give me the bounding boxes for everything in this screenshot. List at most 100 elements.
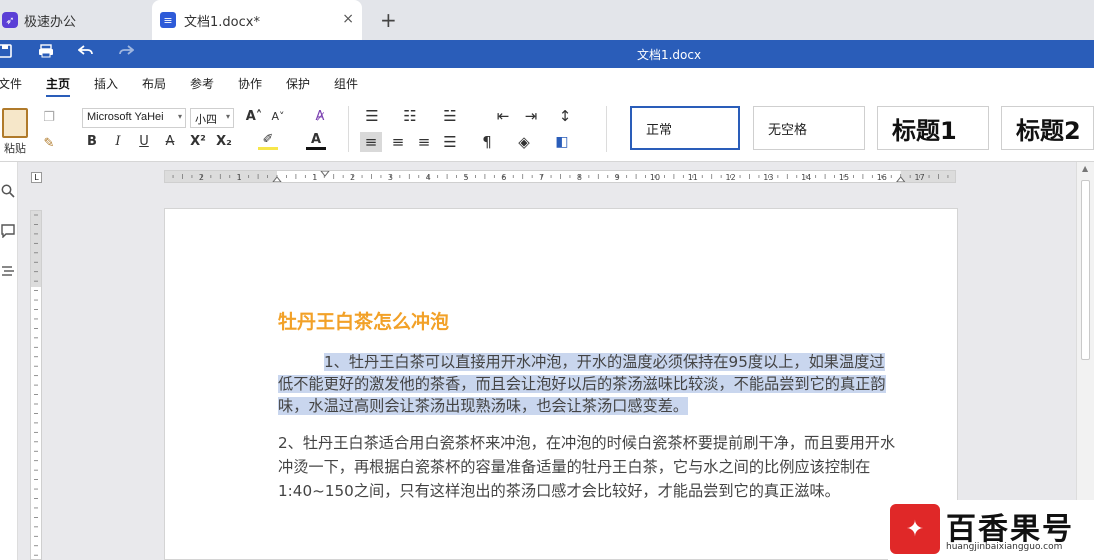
navigation-icon[interactable] bbox=[1, 264, 15, 282]
justify-icon[interactable]: ☰ bbox=[440, 132, 460, 152]
divider bbox=[348, 106, 349, 152]
menu-collaborate[interactable]: 协作 bbox=[238, 75, 262, 92]
watermark: ✦ 百香果号 huangjinbaixiangguo.com bbox=[888, 500, 1094, 560]
selected-text[interactable]: 1、牡丹王白茶可以直接用开水冲泡，开水的温度必须保持在95度以上，如果温度过低不… bbox=[278, 353, 886, 415]
tab-bar: ➶ 极速办公 ≡ 文档1.docx* × + bbox=[0, 0, 1094, 40]
subscript-icon[interactable]: X₂ bbox=[214, 132, 234, 150]
tab-stop-selector[interactable]: L bbox=[31, 172, 42, 183]
comment-icon[interactable] bbox=[1, 224, 15, 242]
horizontal-ruler[interactable]: 2 1 1 2 3 4 5 6 7 8 9 10 11 12 13 14 15 16 17 bbox=[164, 170, 956, 183]
ruler-tick-label: 16 bbox=[877, 173, 887, 182]
line-spacing-icon[interactable]: ↕ bbox=[556, 106, 574, 126]
tab-home-label: 极速办公 bbox=[24, 14, 77, 30]
style-no-spacing-label: 无空格 bbox=[768, 122, 808, 138]
ruler-tick-label: 1 bbox=[237, 173, 242, 182]
document-page[interactable]: 牡丹王白茶怎么冲泡 1、牡丹王白茶可以直接用开水冲泡，开水的温度必须保持在95度… bbox=[164, 208, 958, 560]
style-heading-2-label: 标题2 bbox=[1016, 116, 1081, 145]
document-title: 文档1.docx bbox=[636, 48, 702, 62]
bold-icon[interactable]: B bbox=[84, 132, 100, 150]
paragraph-2[interactable]: 2、牡丹王白茶适合用白瓷茶杯来冲泡，在冲泡的时候白瓷茶杯要提前刷干净，而且要用开… bbox=[278, 431, 898, 503]
font-name-value: Microsoft YaHei bbox=[87, 111, 164, 123]
increase-indent-icon[interactable]: ⇥ bbox=[522, 106, 540, 126]
divider bbox=[606, 106, 607, 152]
font-name-select[interactable]: Microsoft YaHei ▾ bbox=[82, 108, 186, 128]
ruler-tick-label: 8 bbox=[577, 173, 582, 182]
font-size-select[interactable]: 小四 ▾ bbox=[190, 108, 234, 128]
ruler-tick-label: 9 bbox=[615, 173, 620, 182]
menu-home[interactable]: 主页 bbox=[46, 75, 70, 92]
search-icon[interactable] bbox=[1, 184, 15, 202]
active-tab-indicator bbox=[46, 95, 70, 97]
style-heading-1[interactable]: 标题1 bbox=[877, 106, 989, 150]
ruler-tick-label: 2 bbox=[199, 173, 204, 182]
title-bar: 文档1.docx bbox=[0, 40, 1094, 68]
ruler-tick-label: 5 bbox=[463, 173, 468, 182]
paragraph-mark-icon[interactable]: ¶ bbox=[478, 132, 496, 152]
document-heading[interactable]: 牡丹王白茶怎么冲泡 bbox=[278, 307, 449, 334]
left-sidebar bbox=[0, 162, 18, 560]
menu-file[interactable]: 文件 bbox=[0, 75, 22, 92]
shading-icon[interactable]: ◈ bbox=[514, 132, 534, 152]
scrollbar-thumb[interactable] bbox=[1081, 180, 1090, 360]
ribbon-toolbar: 粘贴 ❐ ✎ Microsoft YaHei ▾ 小四 ▾ A˄ A˅ A̷ B… bbox=[0, 98, 1094, 162]
align-left-icon[interactable]: ≡ bbox=[360, 132, 382, 152]
watermark-url: huangjinbaixiangguo.com bbox=[946, 542, 1063, 552]
tab-document-label: 文档1.docx* bbox=[184, 14, 260, 30]
paragraph-1[interactable]: 1、牡丹王白茶可以直接用开水冲泡，开水的温度必须保持在95度以上，如果温度过低不… bbox=[278, 351, 898, 417]
ruler-tick-label: 10 bbox=[650, 173, 660, 182]
add-tab-button[interactable]: + bbox=[380, 8, 397, 32]
superscript-icon[interactable]: X² bbox=[188, 132, 208, 150]
font-size-value: 小四 bbox=[195, 114, 217, 126]
ruler-tick-label: 2 bbox=[350, 173, 355, 182]
ruler-tick-label: 7 bbox=[539, 173, 544, 182]
close-tab-icon[interactable]: × bbox=[342, 11, 354, 27]
italic-icon[interactable]: I bbox=[110, 132, 126, 150]
ruler-tick-label: 11 bbox=[688, 173, 698, 182]
ruler-tick-label: 12 bbox=[726, 173, 736, 182]
first-line-indent-marker[interactable] bbox=[320, 171, 330, 177]
borders-icon[interactable]: ◧ bbox=[552, 132, 572, 152]
tab-document[interactable]: ≡ 文档1.docx* × bbox=[152, 0, 362, 40]
vertical-ruler[interactable] bbox=[30, 210, 42, 560]
rocket-icon: ➶ bbox=[2, 12, 18, 28]
paste-label[interactable]: 粘贴 bbox=[4, 140, 26, 156]
style-normal[interactable]: 正常 bbox=[630, 106, 740, 150]
strikethrough-icon[interactable]: A bbox=[162, 132, 178, 150]
decrease-indent-icon[interactable]: ⇤ bbox=[494, 106, 512, 126]
document-icon: ≡ bbox=[160, 12, 176, 28]
highlight-icon[interactable]: ✐ bbox=[258, 132, 278, 150]
ruler-tick-label: 1 bbox=[312, 173, 317, 182]
format-painter-icon[interactable]: ✎ bbox=[40, 134, 58, 152]
align-right-icon[interactable]: ≡ bbox=[414, 132, 434, 152]
menu-references[interactable]: 参考 bbox=[190, 75, 214, 92]
bullet-list-icon[interactable]: ☰ bbox=[362, 106, 382, 126]
ruler-tick-label: 4 bbox=[426, 173, 431, 182]
scroll-up-icon[interactable]: ▲ bbox=[1082, 164, 1088, 173]
ruler-tick-label: 3 bbox=[388, 173, 393, 182]
ruler-tick-label: 17 bbox=[915, 173, 925, 182]
decrease-font-icon[interactable]: A˅ bbox=[268, 106, 288, 126]
chevron-down-icon: ▾ bbox=[225, 112, 230, 121]
underline-icon[interactable]: U bbox=[136, 132, 152, 150]
ruler-tick-label: 15 bbox=[839, 173, 849, 182]
align-center-icon[interactable]: ≡ bbox=[388, 132, 408, 152]
ruler-tick-label: 14 bbox=[801, 173, 811, 182]
tab-home[interactable]: ➶ 极速办公 bbox=[0, 0, 140, 40]
style-no-spacing[interactable]: 无空格 bbox=[753, 106, 865, 150]
increase-font-icon[interactable]: A˄ bbox=[244, 106, 264, 126]
numbered-list-icon[interactable]: ☷ bbox=[400, 106, 420, 126]
menu-protect[interactable]: 保护 bbox=[286, 75, 310, 92]
menu-layout[interactable]: 布局 bbox=[142, 75, 166, 92]
ruler-tick-label: 6 bbox=[501, 173, 506, 182]
paste-icon[interactable] bbox=[2, 108, 28, 138]
menu-plugins[interactable]: 组件 bbox=[334, 75, 358, 92]
chevron-down-icon: ▾ bbox=[177, 112, 182, 121]
copy-icon[interactable]: ❐ bbox=[40, 108, 58, 126]
font-color-icon[interactable]: A bbox=[306, 132, 326, 150]
style-heading-2[interactable]: 标题2 bbox=[1001, 106, 1094, 150]
menu-insert[interactable]: 插入 bbox=[94, 75, 118, 92]
menu-bar: 文件 主页 插入 布局 参考 协作 保护 组件 bbox=[0, 68, 1094, 98]
clear-format-icon[interactable]: A̷ bbox=[310, 106, 330, 126]
multilevel-list-icon[interactable]: ☱ bbox=[440, 106, 460, 126]
style-normal-label: 正常 bbox=[646, 122, 673, 138]
